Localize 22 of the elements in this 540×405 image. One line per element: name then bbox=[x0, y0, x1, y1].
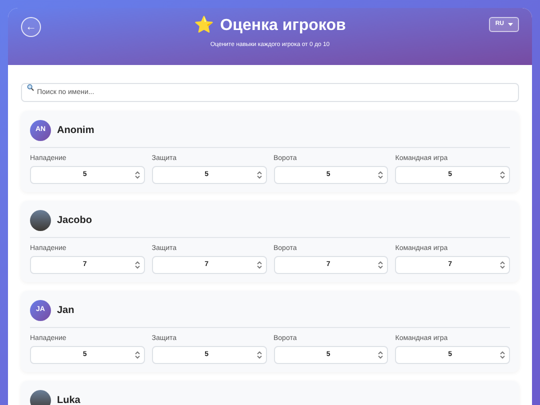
stepper-icon[interactable] bbox=[500, 261, 505, 269]
stepper-icon[interactable] bbox=[378, 261, 384, 269]
player-name: Luka bbox=[57, 394, 80, 405]
stepper-icon[interactable] bbox=[500, 171, 505, 179]
player-name: Jacobo bbox=[57, 214, 92, 228]
avatar-photo-placeholder bbox=[30, 390, 51, 405]
stepper-icon[interactable] bbox=[378, 351, 384, 359]
search-icon bbox=[27, 84, 34, 91]
star-emoji: ⭐ bbox=[194, 18, 214, 34]
stepper-icon[interactable] bbox=[256, 171, 262, 179]
player-name: Anonim bbox=[57, 124, 94, 138]
caret-icon bbox=[508, 23, 513, 26]
stepper-icon[interactable] bbox=[256, 351, 262, 359]
stepper-icon[interactable] bbox=[378, 171, 384, 179]
stepper-icon[interactable] bbox=[134, 171, 140, 179]
stepper-icon[interactable] bbox=[256, 261, 262, 269]
stepper-icon[interactable] bbox=[134, 351, 140, 359]
avatar-photo-placeholder bbox=[30, 210, 51, 231]
page-title: Оценка игроков bbox=[220, 18, 346, 34]
player-name: Jan bbox=[57, 304, 74, 318]
stepper-icon[interactable] bbox=[134, 261, 140, 269]
stepper-icon[interactable] bbox=[500, 351, 505, 359]
